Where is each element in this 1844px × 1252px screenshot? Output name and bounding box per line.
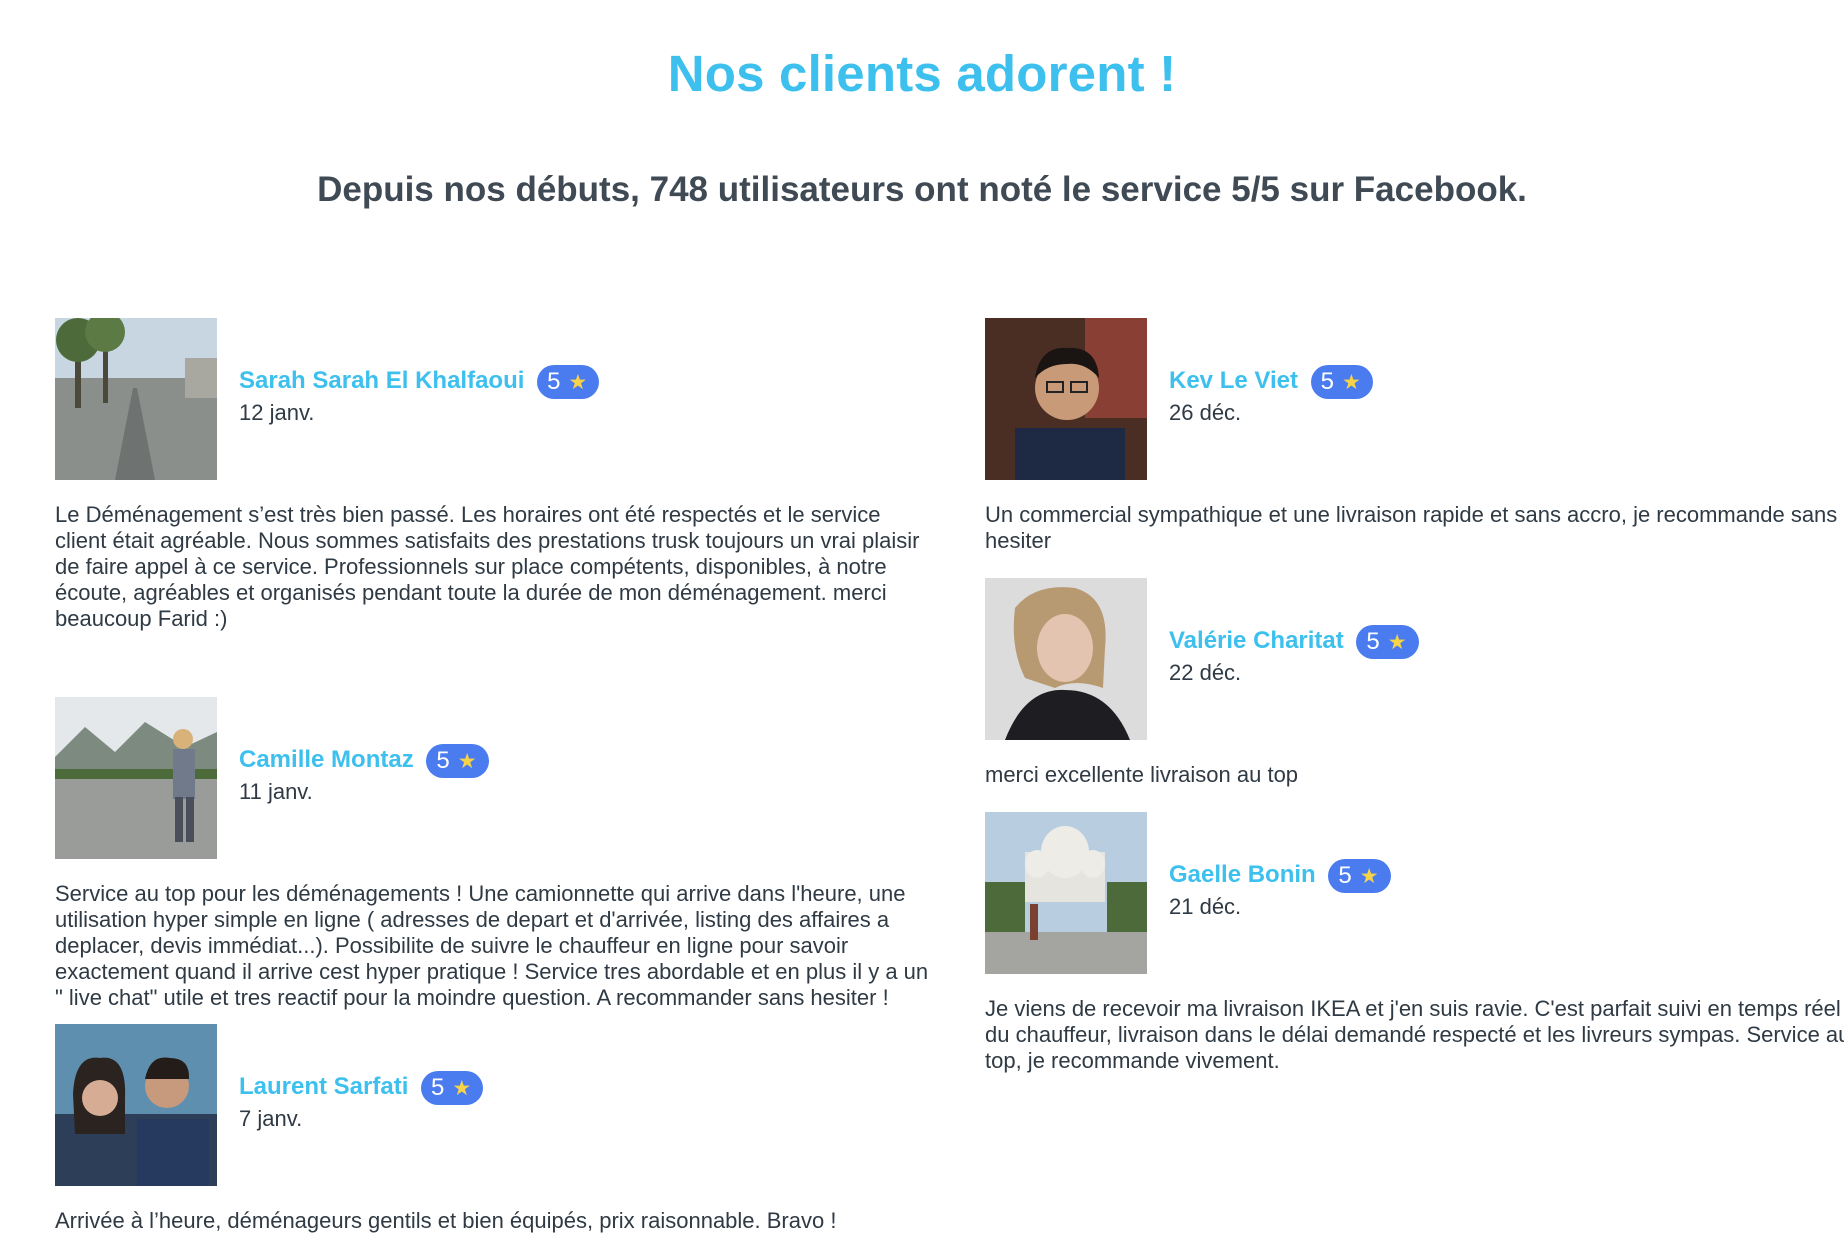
rating-badge: 5 ★ — [1310, 364, 1373, 399]
review-date: 26 déc. — [1169, 400, 1242, 425]
rating-value: 5 — [431, 1073, 445, 1101]
rating-badge: 5 ★ — [537, 364, 600, 399]
reviewer-name[interactable]: Camille Montaz — [239, 746, 414, 773]
rating-value: 5 — [1366, 627, 1380, 655]
reviewer-avatar[interactable] — [985, 578, 1147, 740]
review-card: Camille Montaz 5 ★ 11 janv. Service au to… — [55, 697, 935, 1011]
reviewer-avatar[interactable] — [55, 318, 217, 480]
reviewer-name-line: Sarah Sarah El Khalfaoui 5 ★ — [239, 364, 600, 399]
page-subtitle: Depuis nos débuts, 748 utilisateurs ont … — [317, 170, 1527, 209]
star-icon: ★ — [452, 1076, 472, 1100]
reviewer-avatar[interactable] — [985, 318, 1147, 480]
reviewer-name-line: Gaelle Bonin 5 ★ — [1169, 858, 1391, 893]
rating-badge: 5 ★ — [1328, 858, 1391, 893]
reviewer-name[interactable]: Gaelle Bonin — [1169, 861, 1316, 888]
reviewer-name[interactable]: Valérie Charitat — [1169, 627, 1344, 654]
page-title: Nos clients adorent ! — [667, 45, 1177, 102]
rating-value: 5 — [1320, 367, 1334, 395]
reviewer-avatar[interactable] — [985, 812, 1147, 974]
review-text: merci excellente livraison au top — [985, 762, 1299, 787]
star-icon: ★ — [1341, 370, 1361, 394]
rating-badge: 5 ★ — [421, 1070, 484, 1105]
rating-badge: 5 ★ — [426, 743, 489, 778]
review-text: Un commercial sympathique et une livrais… — [985, 502, 1838, 553]
rating-value: 5 — [436, 746, 450, 774]
rating-badge: 5 ★ — [1356, 624, 1419, 659]
reviewer-name[interactable]: Laurent Sarfati — [239, 1073, 408, 1100]
star-icon: ★ — [1387, 630, 1407, 654]
star-icon: ★ — [457, 749, 477, 773]
review-text: Je viens de recevoir ma livraison IKEA e… — [985, 996, 1844, 1073]
review-text: Le Déménagement s’est très bien passé. L… — [55, 502, 920, 631]
review-text: Arrivée à l’heure, déménageurs gentils e… — [55, 1208, 837, 1233]
review-card: Laurent Sarfati 5 ★ 7 janv. Arrivée à l’h… — [55, 1024, 935, 1234]
reviewer-avatar[interactable] — [55, 697, 217, 859]
review-card: Valérie Charitat 5 ★ 22 déc. merci excell… — [985, 578, 1844, 788]
star-icon: ★ — [568, 370, 588, 394]
reviewer-avatar[interactable] — [55, 1024, 217, 1186]
rating-value: 5 — [1338, 861, 1352, 889]
review-date: 22 déc. — [1169, 660, 1242, 685]
reviewer-name-line: Kev Le Viet 5 ★ — [1169, 364, 1373, 399]
review-date: 11 janv. — [239, 779, 313, 804]
reviewer-name-line: Camille Montaz 5 ★ — [239, 743, 489, 778]
reviewer-name-line: Valérie Charitat 5 ★ — [1169, 624, 1419, 659]
review-card: Sarah Sarah El Khalfaoui 5 ★ 12 janv. Le … — [55, 318, 935, 632]
star-icon: ★ — [1359, 864, 1379, 888]
review-card: Kev Le Viet 5 ★ 26 déc. Un commercial sym… — [985, 318, 1844, 554]
rating-value: 5 — [547, 367, 561, 395]
reviewer-name-line: Laurent Sarfati 5 ★ — [239, 1070, 484, 1105]
review-card: Gaelle Bonin 5 ★ 21 déc. Je viens de rece… — [985, 812, 1844, 1074]
review-text: Service au top pour les déménagements ! … — [55, 881, 929, 1010]
review-date: 21 déc. — [1169, 894, 1242, 919]
review-date: 7 janv. — [239, 1106, 303, 1131]
reviewer-name[interactable]: Sarah Sarah El Khalfaoui — [239, 367, 524, 394]
review-date: 12 janv. — [239, 400, 315, 425]
reviewer-name[interactable]: Kev Le Viet — [1169, 367, 1298, 394]
